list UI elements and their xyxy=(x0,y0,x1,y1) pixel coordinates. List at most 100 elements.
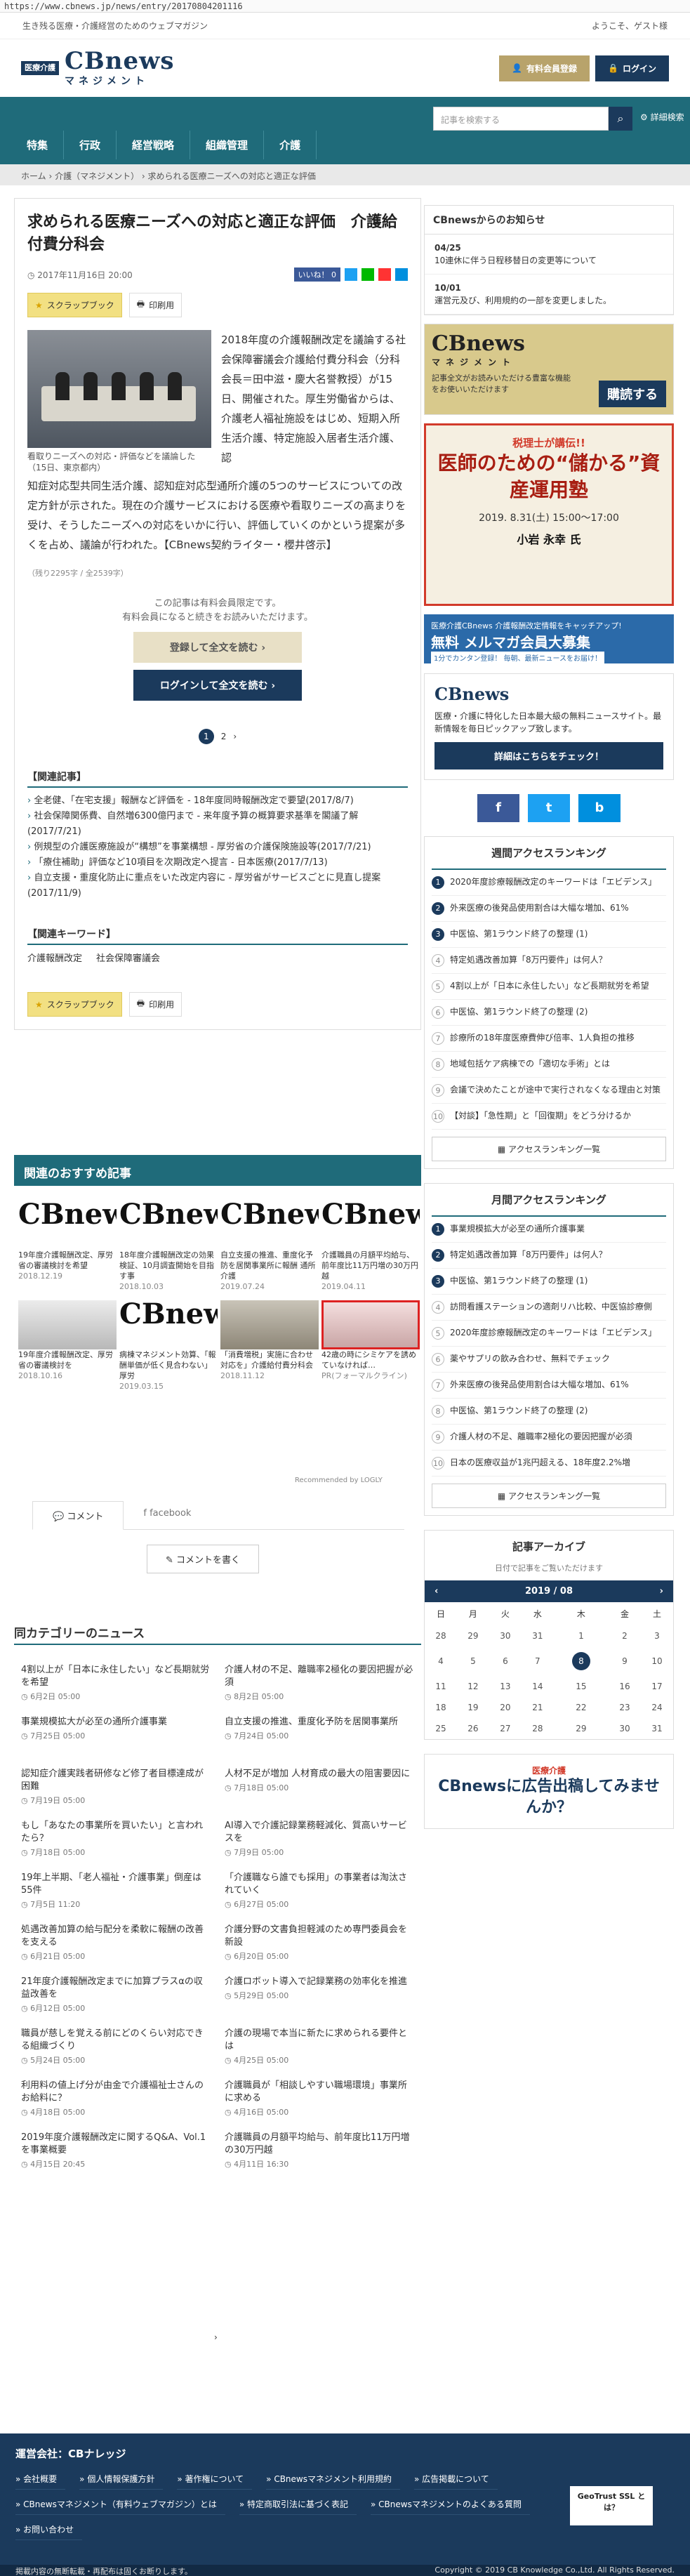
nav-item-feature[interactable]: 特集 xyxy=(14,131,65,159)
detail-search-link[interactable]: ⚙ 詳細検索 xyxy=(640,111,684,123)
news-item[interactable]: 介護ロボット導入で記録業務の効率化を推進5月29日 05:00 xyxy=(225,1976,414,2012)
calendar-day[interactable]: 29 xyxy=(554,1718,609,1739)
calendar-day[interactable]: 2 xyxy=(609,1625,641,1646)
login-read-button[interactable]: ログインして全文を読む › xyxy=(133,670,302,701)
news-item[interactable]: 人材不足が増加 人材育成の最大の阻害要因に7月18日 05:00 xyxy=(225,1768,414,1804)
calendar-day[interactable]: 18 xyxy=(425,1697,457,1718)
calendar-day[interactable]: 22 xyxy=(554,1697,609,1718)
news-item[interactable]: 21年度介護報酬改定までに加算プラスαの収益改善を6月12日 05:00 xyxy=(21,1976,211,2012)
calendar-day[interactable]: 10 xyxy=(641,1646,673,1676)
page-next[interactable]: › xyxy=(233,732,237,741)
keyword-link[interactable]: 介護報酬改定 xyxy=(27,951,82,964)
news-item[interactable]: 認知症介護実践者研修など修了者目標達成が困難7月19日 05:00 xyxy=(21,1768,211,1804)
subscribe-banner[interactable]: CBnews マネジメント 記事全文がお読みいただける豊富な機能をお使いいただけ… xyxy=(424,324,674,415)
calendar-day[interactable]: 23 xyxy=(609,1697,641,1718)
footer-link[interactable]: CBnewsマネジメント利用規約 xyxy=(266,2469,400,2490)
calendar-day[interactable]: 8 xyxy=(554,1646,609,1676)
ranking-item[interactable]: 2 特定処遇改善加算「8万円要件」は何人？ xyxy=(432,1243,666,1269)
news-item[interactable]: 介護人材の不足、離職率2極化の要因把握が必須8月2日 05:00 xyxy=(225,1664,414,1700)
news-item[interactable]: 介護の現場で本当に新たに求められる要件とは4月25日 05:00 xyxy=(225,2028,414,2064)
ranking-item[interactable]: 4 特定処遇改善加算「8万円要件」は何人？ xyxy=(432,948,666,974)
calendar-day[interactable]: 5 xyxy=(457,1646,489,1676)
calendar-day[interactable]: 28 xyxy=(425,1625,457,1646)
hatena-icon[interactable] xyxy=(395,268,408,281)
ranking-item[interactable]: 2 外来医療の後発品使用割合は大幅な増加、61% xyxy=(432,896,666,922)
register-button[interactable]: 👤 有料会員登録 xyxy=(499,55,590,81)
ranking-item[interactable]: 10 【対談】「急性期」と「回復期」をどう分けるか xyxy=(432,1104,666,1130)
url-bar[interactable]: https://www.cbnews.jp/news/entry/2017080… xyxy=(0,0,690,13)
ranking-item[interactable]: 3 中医協、第1ラウンド終了の整理 (1) xyxy=(432,922,666,948)
twitter-icon[interactable] xyxy=(345,268,357,281)
calendar-day[interactable]: 12 xyxy=(457,1676,489,1697)
calendar-day[interactable]: 4 xyxy=(425,1646,457,1676)
news-item[interactable]: AI導入で介護記録業務軽減化、質高いサービスを7月9日 05:00 xyxy=(225,1820,414,1856)
ranking-item[interactable]: 9 介護人材の不足、離職率2極化の要因把握が必須 xyxy=(432,1425,666,1451)
ranking-item[interactable]: 5 2020年度診療報酬改定のキーワードは「エビデンス」 xyxy=(432,1321,666,1347)
recommend-item[interactable]: CBnews病棟マネジメント効算、「報酬単価が低く見合わない」厚労2019.03… xyxy=(119,1300,218,1392)
site-logo[interactable]: 医療介護 CBnews マネジメント xyxy=(21,48,175,88)
nav-item-organization[interactable]: 組織管理 xyxy=(190,131,265,159)
notice-item[interactable]: 04/25 10連休に伴う日程移替日の変更等について xyxy=(425,235,673,275)
news-item[interactable]: 2019年度介護報酬改定に関するQ&A、Vol.1を事業概要4月15日 20:4… xyxy=(21,2132,211,2168)
keyword-link[interactable]: 社会保障審議会 xyxy=(96,951,160,964)
news-item[interactable]: もし「あなたの事業所を買いたい」と言われたら？7月18日 05:00 xyxy=(21,1820,211,1856)
calendar-day[interactable]: 20 xyxy=(489,1697,522,1718)
calendar-day[interactable]: 27 xyxy=(489,1718,522,1739)
news-item[interactable]: 4割以上が「日本に永住したい」など長期就労を希望6月2日 05:00 xyxy=(21,1664,211,1700)
calendar-day[interactable]: 19 xyxy=(457,1697,489,1718)
calendar-day[interactable]: 24 xyxy=(641,1697,673,1718)
nav-item-strategy[interactable]: 経営戦略 xyxy=(117,131,191,159)
next-month-icon[interactable]: › xyxy=(660,1586,663,1597)
news-item[interactable]: 利用料の値上げ分が由金で介護福祉士さんのお給料に？4月18日 05:00 xyxy=(21,2080,211,2116)
hatena-icon[interactable]: b xyxy=(578,794,621,822)
footer-link[interactable]: 広告掲載について xyxy=(413,2469,498,2490)
ranking-item[interactable]: 7 診療所の18年度医療費伸び倍率、1人負担の推移 xyxy=(432,1026,666,1052)
related-link[interactable]: 社会保障関係費、自然増6300億円まで - 来年度予算の概算要求基準を閣議了解(… xyxy=(27,809,408,840)
pocket-icon[interactable] xyxy=(378,268,391,281)
footer-link[interactable]: お問い合わせ xyxy=(15,2519,83,2540)
line-icon[interactable] xyxy=(361,268,374,281)
nav-item-care[interactable]: 介護 xyxy=(264,131,317,159)
calendar-day[interactable]: 7 xyxy=(522,1646,554,1676)
calendar-day[interactable]: 30 xyxy=(489,1625,522,1646)
calendar-day[interactable]: 30 xyxy=(609,1718,641,1739)
recommend-item[interactable]: 「消費増税」実施に合わせ対応を」介護給付費分科会 2018.11.12 xyxy=(220,1300,319,1392)
facebook-like-button[interactable]: いいね！ 0 xyxy=(293,267,340,282)
ranking-item[interactable]: 8 地域包括ケア病棟での「適切な手術」とは xyxy=(432,1052,666,1078)
calendar-day[interactable]: 9 xyxy=(609,1646,641,1676)
prev-month-icon[interactable]: ‹ xyxy=(434,1586,438,1597)
ranking-item[interactable]: 8 中医協、第1ラウンド終了の整理 (2) xyxy=(432,1399,666,1425)
write-comment-button[interactable]: ✎ コメントを書く xyxy=(147,1545,260,1573)
recommend-item[interactable]: CBnews19年度介護報酬改定、厚労省の審議検討を希望2018.12.19 xyxy=(18,1201,117,1292)
ranking-item[interactable]: 6 薬やサプリの飲み合わせ、無料でチェック xyxy=(432,1347,666,1373)
ranking-item[interactable]: 3 中医協、第1ラウンド終了の整理 (1) xyxy=(432,1269,666,1295)
ranking-item[interactable]: 5 4割以上が「日本に永住したい」など長期就労を希望 xyxy=(432,974,666,1000)
related-link[interactable]: 全老健、「在宅支援」報酬など評価を - 18年度同時報酬改定で要望(2017/8… xyxy=(27,793,408,809)
print-button-bottom[interactable]: 🖶 印刷用 xyxy=(128,992,183,1017)
calendar-day[interactable]: 16 xyxy=(609,1676,641,1697)
search-button[interactable]: ⌕ xyxy=(609,107,632,131)
calendar-day[interactable]: 21 xyxy=(522,1697,554,1718)
related-link[interactable]: 自立支援・重度化防止に重点をいた改定内容に - 厚労省がサービスごとに見直し提案… xyxy=(27,871,408,901)
calendar-day[interactable]: 31 xyxy=(641,1718,673,1739)
footer-link[interactable]: 著作権について xyxy=(177,2469,253,2490)
recommend-item[interactable]: 19年度介護報酬改定、厚労省の審議検討を 2018.10.16 xyxy=(18,1300,117,1392)
ranking-item[interactable]: 4 訪問看護ステーションの適剤リハ比較、中医協診療側 xyxy=(432,1295,666,1321)
ranking-item[interactable]: 10 日本の医療収益が1兆円超える、18年度2.2%増 xyxy=(432,1451,666,1477)
calendar-day[interactable]: 1 xyxy=(554,1625,609,1646)
geotrust-seal[interactable]: GeoTrust SSL とは？ xyxy=(570,2486,653,2525)
recommend-item[interactable]: CBnews18年度介護報酬改定の効果検証、10月調査開始を目指す事2018.1… xyxy=(119,1201,218,1292)
calendar-day[interactable]: 3 xyxy=(641,1625,673,1646)
news-item[interactable]: 介護分野の文書負担軽減のため専門委員会を新設6月20日 05:00 xyxy=(225,1924,414,1960)
recommend-ad-item[interactable]: 42歳の時にシミケアを誘めていなければ… PR(フォーマルクライン) xyxy=(321,1300,420,1392)
calendar-day[interactable]: 17 xyxy=(641,1676,673,1697)
calendar-day[interactable]: 11 xyxy=(425,1676,457,1697)
related-link[interactable]: 例規型の介護医療施設が“構想”を事業構想 - 厚労省の介護保険施設等(2017/… xyxy=(27,840,408,855)
category-next[interactable]: › xyxy=(214,2332,218,2342)
calendar-day[interactable]: 6 xyxy=(489,1646,522,1676)
calendar-day[interactable]: 29 xyxy=(457,1625,489,1646)
ranking-item[interactable]: 6 中医協、第1ラウンド終了の整理 (2) xyxy=(432,1000,666,1026)
mailmag-banner[interactable]: 医療介護CBnews 介護報酬改定情報をキャッチアップ! 無料 メルマガ会員大募… xyxy=(424,614,674,663)
calendar-day[interactable]: 15 xyxy=(554,1676,609,1697)
ranking-all-button[interactable]: ▦ アクセスランキング一覧 xyxy=(432,1137,666,1161)
